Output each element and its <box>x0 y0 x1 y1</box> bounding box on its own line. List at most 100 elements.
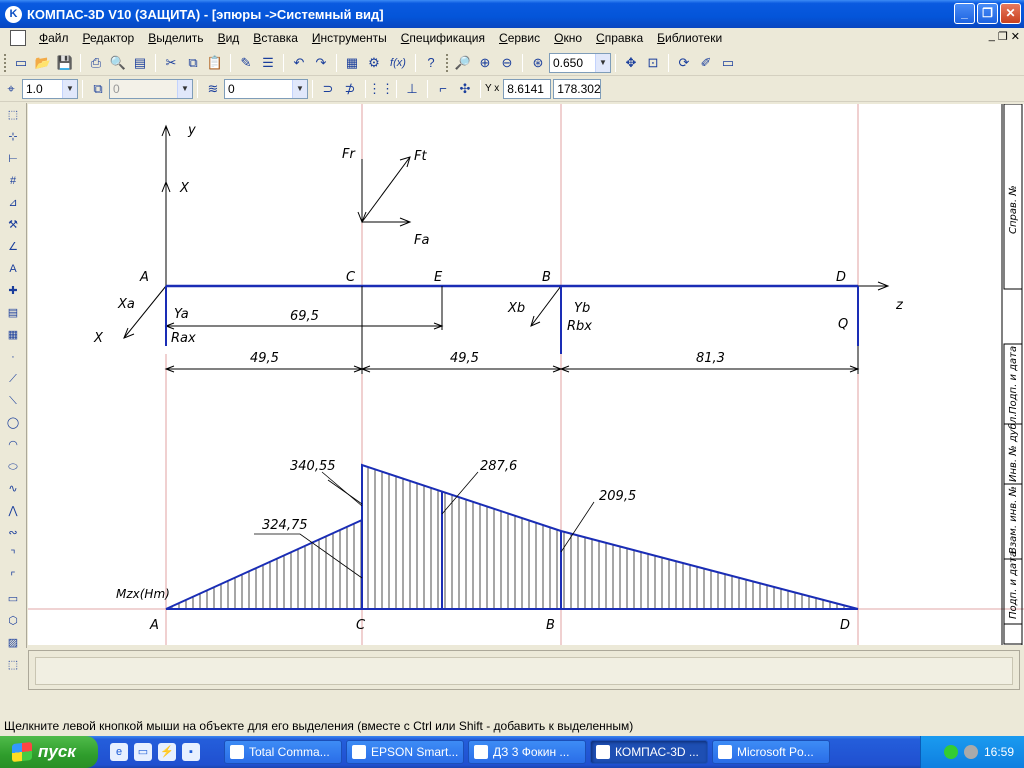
zoom-fit-icon[interactable]: ⊡ <box>643 53 663 73</box>
menu-window[interactable]: Окно <box>547 31 589 45</box>
measure-icon[interactable]: ∠ <box>3 237 23 257</box>
minimize-button[interactable]: _ <box>954 3 975 24</box>
print-icon[interactable]: ⎙ <box>86 53 106 73</box>
fillet-icon[interactable]: ⌜ <box>3 567 23 587</box>
display-icon[interactable]: ▭ <box>718 53 738 73</box>
menu-select[interactable]: Выделить <box>141 31 210 45</box>
mdi-close-button[interactable]: ✕ <box>1011 30 1020 43</box>
toolbar-grip[interactable] <box>4 53 7 72</box>
zoom-in-icon[interactable]: ⊕ <box>475 53 495 73</box>
task-word-doc[interactable]: ДЗ 3 Фокин ... <box>468 740 586 764</box>
cut-icon[interactable]: ✂ <box>161 53 181 73</box>
parametrization-icon[interactable]: ⚒ <box>3 215 23 235</box>
local-cs-icon[interactable]: ⊥ <box>402 79 422 99</box>
zoom-icon[interactable]: 🔎 <box>453 53 473 73</box>
start-button[interactable]: пуск <box>0 736 98 768</box>
menu-view[interactable]: Вид <box>211 31 247 45</box>
segment-icon[interactable]: ⟍ <box>3 391 23 411</box>
edit-pen-icon[interactable]: ✐ <box>696 53 716 73</box>
task-powerpoint[interactable]: Microsoft Po... <box>712 740 830 764</box>
aux-line-icon[interactable]: ⟋ <box>3 369 23 389</box>
bezier-icon[interactable]: ∾ <box>3 523 23 543</box>
list-icon[interactable]: ☰ <box>258 53 278 73</box>
library-icon[interactable]: ⚙ <box>364 53 384 73</box>
menu-tools[interactable]: Инструменты <box>305 31 394 45</box>
variables-fx-icon[interactable]: f(x) <box>386 53 410 73</box>
restore-button[interactable]: ❐ <box>977 3 998 24</box>
layers-icon[interactable]: ≋ <box>203 79 223 99</box>
report-icon[interactable]: ▤ <box>3 303 23 323</box>
paste-icon[interactable]: 📋 <box>205 53 225 73</box>
arc-icon[interactable]: ◠ <box>3 435 23 455</box>
point-icon[interactable]: · <box>3 347 23 367</box>
task-kompas[interactable]: КОМПАС-3D ... <box>590 740 708 764</box>
menu-insert[interactable]: Вставка <box>246 31 305 45</box>
document-icon[interactable] <box>10 30 26 46</box>
refresh-icon[interactable]: ⟳ <box>674 53 694 73</box>
spline-icon[interactable]: ∿ <box>3 479 23 499</box>
coord-y-field[interactable]: 178.302 <box>553 78 602 99</box>
diagram-svg[interactable]: Справ. № Подп. и дата Инв. № дубл. Взам.… <box>28 104 1024 645</box>
magnet-icon[interactable]: ⊃ <box>318 79 338 99</box>
contour-icon[interactable]: ⬚ <box>3 655 23 675</box>
magnet-off-icon[interactable]: ⊅ <box>340 79 360 99</box>
select-tool-icon[interactable]: ⬚ <box>3 105 23 125</box>
ie-icon[interactable]: e <box>110 743 128 761</box>
dimensions-tool-icon[interactable]: ⊢ <box>3 149 23 169</box>
drawing-canvas[interactable]: Справ. № Подп. и дата Инв. № дубл. Взам.… <box>28 104 1024 645</box>
menu-service[interactable]: Сервис <box>492 31 547 45</box>
select-mode-icon[interactable]: A <box>3 259 23 279</box>
mdi-minimize-button[interactable]: _ <box>989 30 995 43</box>
chevron-down-icon[interactable]: ▼ <box>595 53 610 72</box>
drive-icon[interactable]: ▭ <box>134 743 152 761</box>
network-tray-icon[interactable] <box>943 745 958 759</box>
manager-icon[interactable]: ▦ <box>342 53 362 73</box>
line-scale-combo[interactable]: 1.0 ▼ <box>22 78 78 99</box>
network-icon[interactable]: ⚡ <box>158 743 176 761</box>
security-tray-icon[interactable] <box>963 745 978 759</box>
layer-combo[interactable]: 0 ▼ <box>224 78 308 99</box>
properties-icon[interactable]: ▤ <box>130 53 150 73</box>
grid-icon[interactable]: ⋮⋮ <box>368 79 394 99</box>
chevron-down-icon[interactable]: ▼ <box>292 79 307 98</box>
geometry-tool-icon[interactable]: ⊹ <box>3 127 23 147</box>
task-epson[interactable]: EPSON Smart... <box>346 740 464 764</box>
chevron-down-icon[interactable]: ▼ <box>62 79 77 98</box>
hatch-icon[interactable]: ▨ <box>3 633 23 653</box>
open-folder-icon[interactable]: 📂 <box>33 53 53 73</box>
format-brush-icon[interactable]: ✎ <box>236 53 256 73</box>
copy-icon[interactable]: ⧉ <box>183 53 203 73</box>
new-document-icon[interactable]: ▭ <box>11 53 31 73</box>
print-preview-icon[interactable]: 🔍 <box>108 53 128 73</box>
zoom-scale-icon[interactable]: ⊛ <box>528 53 548 73</box>
undo-icon[interactable]: ↶ <box>289 53 309 73</box>
state-icon[interactable]: ⧉ <box>88 79 108 99</box>
snaps-icon[interactable]: ✣ <box>455 79 475 99</box>
mdi-restore-button[interactable]: ❐ <box>998 30 1008 43</box>
symbols-tool-icon[interactable]: # <box>3 171 23 191</box>
polygon-icon[interactable]: ⬡ <box>3 611 23 631</box>
edit-tool-icon[interactable]: ⊿ <box>3 193 23 213</box>
menu-specification[interactable]: Спецификация <box>394 31 492 45</box>
polyline-icon[interactable]: ⋀ <box>3 501 23 521</box>
spec-icon[interactable]: ✚ <box>3 281 23 301</box>
floppy-icon[interactable]: ▪ <box>182 743 200 761</box>
help-pointer-icon[interactable]: ? <box>421 53 441 73</box>
menu-file[interactable]: Файл <box>32 31 76 45</box>
circle-icon[interactable]: ◯ <box>3 413 23 433</box>
task-total-commander[interactable]: Total Comma... <box>224 740 342 764</box>
snap-point-icon[interactable]: ⌖ <box>1 79 21 99</box>
chamfer-icon[interactable]: ⌝ <box>3 545 23 565</box>
ortho-icon[interactable]: ⌐ <box>433 79 453 99</box>
zoom-out-icon[interactable]: ⊖ <box>497 53 517 73</box>
fragments-icon[interactable]: ▦ <box>3 325 23 345</box>
pan-icon[interactable]: ✥ <box>621 53 641 73</box>
zoom-combo[interactable]: 0.650 ▼ <box>549 52 611 73</box>
ellipse-icon[interactable]: ⬭ <box>3 457 23 477</box>
redo-icon[interactable]: ↷ <box>311 53 331 73</box>
menu-edit[interactable]: Редактор <box>76 31 142 45</box>
menu-help[interactable]: Справка <box>589 31 650 45</box>
rectangle-icon[interactable]: ▭ <box>3 589 23 609</box>
menu-libraries[interactable]: Библиотеки <box>650 31 729 45</box>
save-icon[interactable]: 💾 <box>55 53 75 73</box>
